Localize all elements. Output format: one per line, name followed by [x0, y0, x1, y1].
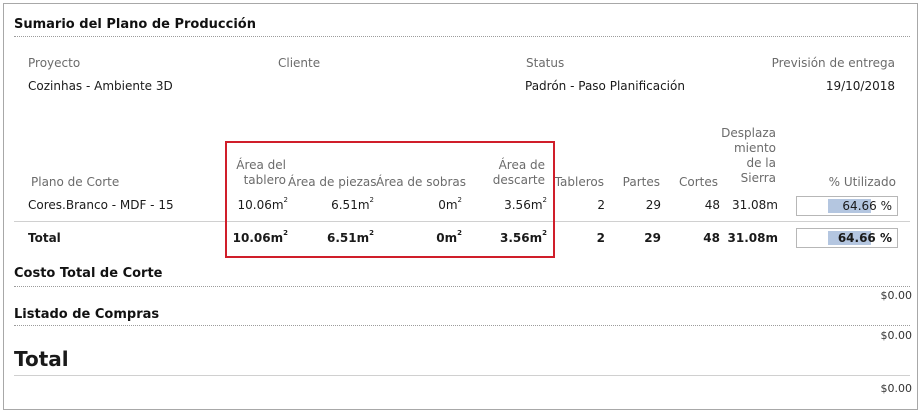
highlight-box: [225, 141, 555, 258]
row-cuts: 48: [704, 198, 720, 212]
delivery-label: Previsión de entrega: [771, 56, 895, 70]
grand-total-amount: $0.00: [880, 382, 913, 395]
project-value: Cozinhas - Ambiente 3D: [28, 79, 173, 93]
grand-total-divider: [14, 375, 910, 376]
row-used-bar: 64.66 %: [796, 196, 898, 216]
header-used: % Utilizado: [828, 175, 896, 189]
status-value: Padrón - Paso Planificación: [525, 79, 685, 93]
summary-divider: [14, 36, 910, 37]
row-parts: 29: [645, 198, 661, 212]
header-plan: Plano de Corte: [31, 175, 120, 189]
row-used-value: 64.66 %: [842, 199, 892, 213]
client-label: Cliente: [278, 56, 321, 70]
cost-title: Costo Total de Corte: [14, 266, 163, 281]
purchases-divider: [14, 325, 910, 326]
row-saw: 31.08m: [731, 198, 778, 212]
total-saw: 31.08m: [727, 231, 778, 245]
total-used-value: 64.66 %: [837, 231, 892, 245]
cost-amount: $0.00: [880, 289, 913, 302]
project-label: Proyecto: [28, 56, 81, 70]
purchases-title: Listado de Compras: [14, 307, 160, 322]
header-cuts: Cortes: [679, 175, 718, 189]
header-boards: Tableros: [554, 175, 604, 189]
header-saw: Desplaza miento de la Sierra: [721, 126, 776, 185]
summary-title: Sumario del Plano de Producción: [14, 17, 256, 32]
purchases-amount: $0.00: [880, 329, 913, 342]
total-parts: 29: [644, 231, 661, 245]
row-plan: Cores.Branco - MDF - 15: [28, 198, 174, 212]
grand-total-title: Total: [14, 347, 69, 371]
row-boards: 2: [597, 198, 605, 212]
cost-divider: [14, 286, 910, 287]
status-label: Status: [526, 56, 565, 70]
delivery-value: 19/10/2018: [825, 79, 895, 93]
total-boards: 2: [596, 231, 605, 245]
total-used-bar: 64.66 %: [796, 228, 898, 248]
header-parts: Partes: [622, 175, 660, 189]
total-label: Total: [28, 231, 61, 245]
total-cuts: 48: [703, 231, 720, 245]
